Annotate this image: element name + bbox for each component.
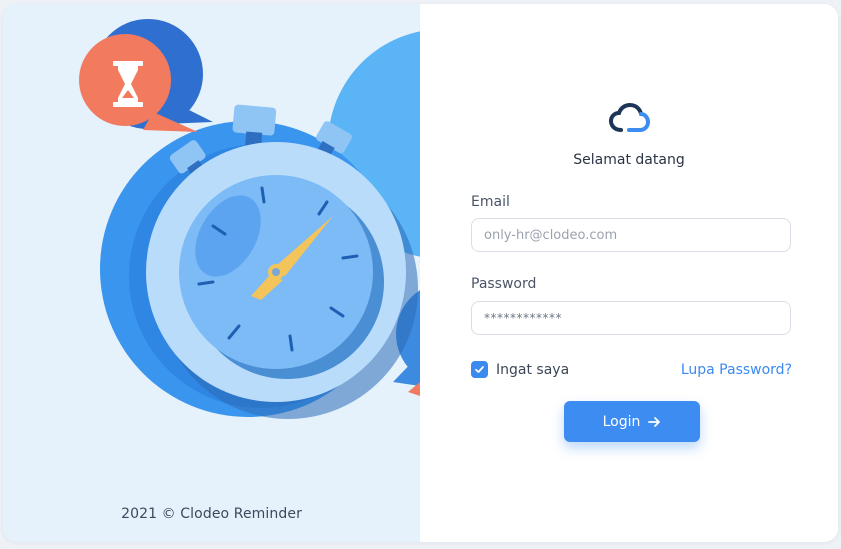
remember-me-row: Ingat saya: [471, 361, 569, 378]
login-card: 2021 © Clodeo Reminder Selamat datang Em…: [3, 4, 838, 542]
arrow-right-icon: [648, 416, 661, 428]
illustration-panel: 2021 © Clodeo Reminder: [3, 4, 420, 542]
welcome-heading: Selamat datang: [573, 152, 685, 168]
login-button-label: Login: [602, 413, 641, 430]
copyright-footer: 2021 © Clodeo Reminder: [121, 506, 302, 522]
password-input[interactable]: ************: [471, 301, 791, 335]
email-label: Email: [471, 194, 510, 210]
remember-me-checkbox[interactable]: [471, 361, 488, 378]
login-form-panel: Selamat datang Email Password **********…: [420, 4, 838, 542]
clock-hub-center: [272, 268, 280, 276]
login-button[interactable]: Login: [564, 401, 700, 442]
stopwatch-illustration: [79, 19, 420, 419]
email-input[interactable]: [471, 218, 791, 252]
remember-me-label: Ingat saya: [496, 361, 570, 378]
forgot-password-link[interactable]: Lupa Password?: [681, 362, 792, 378]
cloud-logo-icon: [608, 102, 651, 132]
password-label: Password: [471, 276, 537, 292]
check-icon: [475, 366, 484, 373]
